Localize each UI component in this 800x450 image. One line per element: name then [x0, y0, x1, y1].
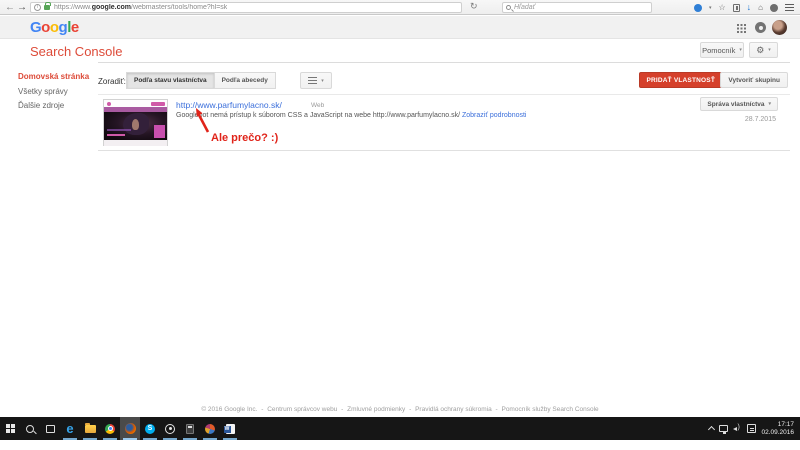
search-placeholder: Hľadať	[514, 4, 536, 11]
volume-icon[interactable]	[733, 424, 742, 433]
footer-link-terms[interactable]: Zmluvné podmienky	[347, 406, 405, 413]
notifications-icon[interactable]	[755, 22, 766, 33]
screen: ← → i https://www.google.com/webmasters/…	[0, 0, 800, 450]
tray-time: 17:17	[777, 420, 794, 428]
google-top-bar: Google	[0, 16, 800, 39]
chevron-down-icon: ▾	[768, 101, 771, 107]
task-view-button[interactable]	[40, 417, 60, 440]
footer-link-privacy[interactable]: Pravidlá ochrany súkromia	[415, 406, 492, 413]
info-icon[interactable]: i	[34, 4, 41, 11]
tray-clock[interactable]: 17:17 02.09.2016	[761, 421, 794, 437]
address-bar[interactable]: i https://www.google.com/webmasters/tool…	[30, 2, 462, 13]
sort-by-alphabet-button[interactable]: Podľa abecedy	[214, 72, 276, 89]
content-divider	[98, 62, 790, 63]
sort-toggle-group: Podľa stavu vlastníctva Podľa abecedy	[126, 72, 276, 89]
property-message: Googlebot nemá prístup k súborom CSS a J…	[176, 112, 527, 119]
create-group-button[interactable]: Vytvoriť skupinu	[720, 72, 788, 88]
sort-label: Zoradiť:	[98, 77, 126, 86]
page-title: Search Console	[30, 44, 123, 59]
footer-link-webmasters[interactable]: Centrum správcov webu	[267, 406, 337, 413]
property-type-label: Web	[311, 102, 325, 109]
property-date: 28.7.2015	[744, 116, 776, 123]
taskbar-firefox[interactable]	[120, 417, 140, 440]
sidebar-item-resources[interactable]: Ďalšie zdroje	[18, 101, 64, 110]
sidebar-item-messages[interactable]: Všetky správy	[18, 87, 68, 96]
taskbar-paint[interactable]	[200, 417, 220, 440]
footer-copyright: © 2016 Google Inc.	[201, 406, 258, 413]
site-thumbnail[interactable]	[103, 99, 168, 146]
taskbar-calculator[interactable]	[180, 417, 200, 440]
avatar[interactable]	[772, 20, 787, 35]
windows-icon	[5, 424, 15, 433]
footer-link-help[interactable]: Pomocník služby Search Console	[501, 406, 598, 413]
view-options-button[interactable]: ▾	[300, 72, 332, 89]
lock-icon[interactable]	[44, 2, 51, 10]
start-button[interactable]	[0, 417, 20, 440]
taskbar-file-explorer[interactable]	[80, 417, 100, 440]
tray-date: 02.09.2016	[761, 428, 794, 436]
extension-icon[interactable]	[693, 3, 702, 12]
network-icon[interactable]	[719, 425, 729, 434]
browser-toolbar: ← → i https://www.google.com/webmasters/…	[0, 0, 800, 15]
gear-icon: ⚙	[756, 44, 765, 55]
windows-taskbar: e S	[0, 417, 800, 440]
taskbar-search-button[interactable]	[20, 417, 40, 440]
taskbar-app-target[interactable]	[160, 417, 180, 440]
manage-property-button[interactable]: Správa vlastníctva ▾	[700, 97, 778, 111]
product-header: Search Console Pomocník ▾ ⚙ ▾	[0, 40, 800, 62]
edge-icon: e	[66, 421, 74, 436]
search-icon	[26, 424, 34, 433]
google-logo[interactable]: Google	[30, 19, 79, 36]
help-button-label: Pomocník	[702, 45, 736, 55]
folder-icon	[84, 422, 96, 433]
extension-icon-2[interactable]	[770, 3, 778, 12]
url-text: https://www.google.com/webmasters/tools/…	[54, 4, 228, 11]
list-view-icon	[308, 77, 318, 84]
add-property-button[interactable]: PRIDAŤ VLASTNOSŤ	[639, 72, 722, 88]
help-button[interactable]: Pomocník ▾	[700, 42, 744, 58]
footer: © 2016 Google Inc. - Centrum správcov we…	[201, 406, 599, 413]
forward-icon[interactable]: →	[17, 1, 27, 14]
thumb-header	[104, 100, 167, 107]
apps-grid-icon[interactable]	[737, 24, 746, 33]
browser-search-box[interactable]: Hľadať	[502, 2, 652, 13]
firefox-icon	[124, 423, 136, 434]
target-icon	[165, 423, 175, 434]
taskbar-chrome[interactable]	[100, 417, 120, 440]
library-icon[interactable]	[732, 3, 740, 12]
search-icon	[506, 5, 511, 10]
settings-button[interactable]: ⚙ ▾	[749, 42, 778, 58]
sort-by-status-button[interactable]: Podľa stavu vlastníctva	[126, 72, 215, 89]
manage-property-label: Správa vlastníctva	[707, 100, 765, 108]
thumb-hero-image	[104, 112, 167, 140]
taskbar-word[interactable]	[220, 417, 240, 440]
chrome-icon	[105, 423, 115, 434]
paint-icon	[205, 423, 215, 434]
downloads-icon[interactable]: ↓	[747, 0, 752, 15]
calculator-icon	[186, 423, 194, 434]
thumb-footer	[104, 140, 167, 146]
home-icon[interactable]: ⌂	[758, 0, 763, 15]
show-details-link[interactable]: Zobraziť podrobnosti	[462, 112, 527, 119]
menu-icon[interactable]	[785, 4, 794, 11]
taskbar-edge[interactable]: e	[60, 417, 80, 440]
chevron-down-icon: ▾	[739, 47, 742, 53]
annotation-arrow	[196, 108, 210, 133]
word-icon	[223, 423, 235, 434]
back-icon[interactable]: ←	[5, 1, 15, 14]
tray-chevron-up-icon[interactable]	[708, 425, 716, 434]
task-view-icon	[45, 424, 55, 433]
bookmark-star-icon[interactable]: ☆	[718, 0, 725, 15]
skype-icon: S	[145, 423, 155, 434]
chevron-down-icon: ▾	[768, 47, 771, 53]
taskbar-skype[interactable]: S	[140, 417, 160, 440]
annotation-text: Ale prečo? :)	[211, 132, 279, 144]
system-tray: 17:17 02.09.2016	[708, 417, 800, 440]
chevron-down-icon: ▾	[321, 77, 324, 84]
refresh-icon[interactable]: ↻	[470, 1, 478, 12]
chevron-down-icon[interactable]: ▾	[709, 5, 712, 11]
browser-action-icons: ▾ ☆ ↓ ⌂	[693, 0, 794, 15]
keyboard-icon[interactable]	[747, 424, 757, 433]
sidebar-item-home[interactable]: Domovská stránka	[18, 72, 89, 81]
